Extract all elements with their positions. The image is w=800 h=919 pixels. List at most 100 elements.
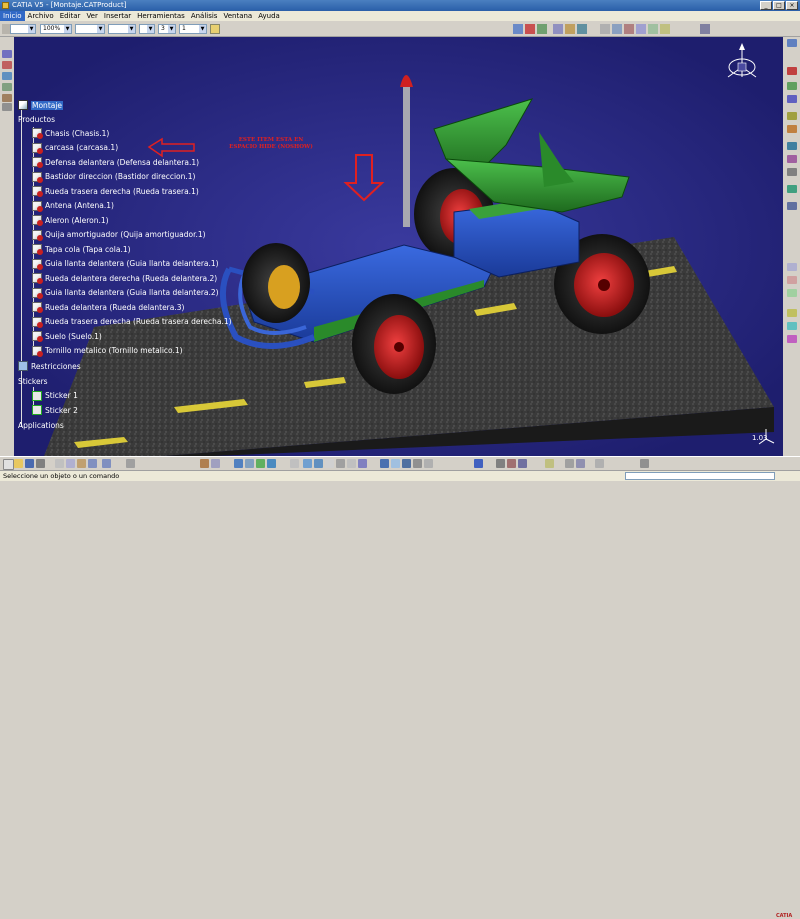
tree-item[interactable]: Guia llanta delantera (Guia llanta delan… bbox=[32, 287, 219, 299]
line-thickness-combo[interactable]: ▼ bbox=[75, 24, 105, 34]
grid-icon[interactable] bbox=[537, 24, 547, 34]
formula-icon[interactable] bbox=[636, 24, 646, 34]
constraint-icon[interactable] bbox=[624, 24, 634, 34]
menu-archivo[interactable]: Archivo bbox=[25, 11, 57, 21]
catalog-browser-icon[interactable] bbox=[200, 459, 209, 468]
clash-icon[interactable] bbox=[787, 202, 797, 210]
fix-constraint-icon[interactable] bbox=[787, 67, 797, 75]
layer-combo[interactable]: 3 ▼ bbox=[158, 24, 176, 34]
tree-node-productos[interactable]: Productos bbox=[18, 113, 55, 125]
print-icon[interactable] bbox=[36, 459, 45, 468]
depth-effect-icon[interactable] bbox=[424, 459, 433, 468]
multi-view-icon[interactable] bbox=[211, 459, 220, 468]
text-icon[interactable] bbox=[787, 276, 797, 284]
point-symbol-combo[interactable]: ▼ bbox=[139, 24, 155, 34]
part-icon[interactable] bbox=[2, 72, 12, 80]
update-all-icon[interactable] bbox=[474, 459, 483, 468]
tree-item[interactable]: Antena (Antena.1) bbox=[32, 200, 114, 212]
close-button[interactable]: × bbox=[786, 1, 798, 10]
line-type-combo[interactable]: ▼ bbox=[108, 24, 136, 34]
view-icon[interactable] bbox=[700, 24, 710, 34]
tree-item[interactable]: Suelo (Suelo.1) bbox=[32, 330, 102, 342]
update-icon[interactable] bbox=[787, 142, 797, 150]
tree-root-montaje[interactable]: Montaje bbox=[18, 99, 64, 111]
tree-node-restricciones[interactable]: Restricciones bbox=[18, 360, 81, 372]
measure-icon[interactable] bbox=[553, 24, 563, 34]
analyze-icon[interactable] bbox=[496, 459, 505, 468]
tree-node-applications[interactable]: Applications bbox=[18, 419, 64, 431]
menu-inicio[interactable]: Inicio bbox=[0, 11, 25, 21]
product-icon[interactable] bbox=[2, 50, 12, 58]
pan-icon[interactable] bbox=[256, 459, 265, 468]
iso-view-icon[interactable] bbox=[325, 459, 334, 468]
tree-item[interactable]: Bastidor direccion (Bastidor direccion.1… bbox=[32, 171, 195, 183]
annotation-icon[interactable] bbox=[787, 263, 797, 271]
color-combo[interactable]: ▼ bbox=[10, 24, 36, 34]
maximize-button[interactable]: □ bbox=[773, 1, 785, 10]
tree-item[interactable]: Rueda trasera derecha (Rueda trasera.1) bbox=[32, 185, 199, 197]
open-file-icon[interactable] bbox=[14, 459, 23, 468]
3d-viewport[interactable]: Montaje Productos Chasis (Chasis.1) carc… bbox=[14, 37, 783, 456]
component-icon[interactable] bbox=[2, 61, 12, 69]
hide-show-icon[interactable] bbox=[347, 459, 356, 468]
existing-component-icon[interactable] bbox=[2, 83, 12, 91]
menu-ayuda[interactable]: Ayuda bbox=[255, 11, 283, 21]
section-icon[interactable] bbox=[787, 322, 797, 330]
new-file-icon[interactable] bbox=[3, 459, 14, 470]
menu-herramientas[interactable]: Herramientas bbox=[134, 11, 188, 21]
minimize-button[interactable]: _ bbox=[760, 1, 772, 10]
command-input[interactable] bbox=[625, 472, 775, 480]
light-icon[interactable] bbox=[595, 459, 604, 468]
measure-item-icon[interactable] bbox=[518, 459, 527, 468]
menu-ver[interactable]: Ver bbox=[83, 11, 100, 21]
bill-of-material-icon[interactable] bbox=[787, 335, 797, 343]
whats-this-icon[interactable] bbox=[126, 459, 135, 468]
paste-icon[interactable] bbox=[77, 459, 86, 468]
tree-item[interactable]: Quija amortiguador (Quija amortiguador.1… bbox=[32, 229, 206, 241]
contact-icon[interactable] bbox=[787, 95, 797, 103]
shading-icon[interactable] bbox=[336, 459, 345, 468]
flag-note-icon[interactable] bbox=[787, 289, 797, 297]
catalog-icon[interactable] bbox=[648, 24, 658, 34]
swap-space-icon[interactable] bbox=[358, 459, 367, 468]
painter-icon[interactable] bbox=[210, 24, 220, 34]
tree-item[interactable]: Tapa cola (Tapa cola.1) bbox=[32, 243, 131, 255]
tree-item[interactable]: carcasa (carcasa.1) bbox=[32, 142, 118, 154]
render-icon[interactable] bbox=[565, 459, 574, 468]
measure-between-icon[interactable] bbox=[507, 459, 516, 468]
normal-view-icon[interactable] bbox=[314, 459, 323, 468]
view-mode-icon[interactable] bbox=[391, 459, 400, 468]
zoom-in-icon[interactable] bbox=[290, 459, 299, 468]
copy-icon[interactable] bbox=[66, 459, 75, 468]
menu-analisis[interactable]: Análisis bbox=[188, 11, 221, 21]
tree-item[interactable]: Defensa delantera (Defensa delantera.1) bbox=[32, 156, 199, 168]
menu-ventana[interactable]: Ventana bbox=[220, 11, 255, 21]
explode-icon[interactable] bbox=[787, 185, 797, 193]
coincidence-icon[interactable] bbox=[787, 82, 797, 90]
redo-icon[interactable] bbox=[102, 459, 111, 468]
select-icon[interactable] bbox=[513, 24, 523, 34]
quick-view-icon[interactable] bbox=[380, 459, 389, 468]
tree-node-stickers[interactable]: Stickers bbox=[18, 375, 48, 387]
new-icon[interactable] bbox=[787, 39, 797, 47]
replace-icon[interactable] bbox=[2, 94, 12, 102]
tree-item[interactable]: Aleron (Aleron.1) bbox=[32, 214, 109, 226]
fly-mode-icon[interactable] bbox=[234, 459, 243, 468]
menu-editar[interactable]: Editar bbox=[57, 11, 84, 21]
manipulate-icon[interactable] bbox=[787, 155, 797, 163]
tree-item[interactable]: Chasis (Chasis.1) bbox=[32, 127, 109, 139]
capture-icon[interactable] bbox=[640, 459, 649, 468]
tree-item-sticker[interactable]: Sticker 1 bbox=[32, 390, 78, 402]
apply-material-icon[interactable] bbox=[612, 24, 622, 34]
tree-item[interactable]: Guia llanta delantera (Guia llanta delan… bbox=[32, 258, 219, 270]
tree-item[interactable]: Rueda delantera derecha (Rueda delantera… bbox=[32, 272, 217, 284]
offset-icon[interactable] bbox=[787, 112, 797, 120]
compass-icon[interactable] bbox=[565, 24, 575, 34]
perspective-icon[interactable] bbox=[402, 459, 411, 468]
undo-icon[interactable] bbox=[88, 459, 97, 468]
save-icon[interactable] bbox=[25, 459, 34, 468]
scene-icon[interactable] bbox=[787, 309, 797, 317]
camera-icon[interactable] bbox=[576, 459, 585, 468]
tree-item-sticker[interactable]: Sticker 2 bbox=[32, 404, 78, 416]
rotate-icon[interactable] bbox=[267, 459, 276, 468]
